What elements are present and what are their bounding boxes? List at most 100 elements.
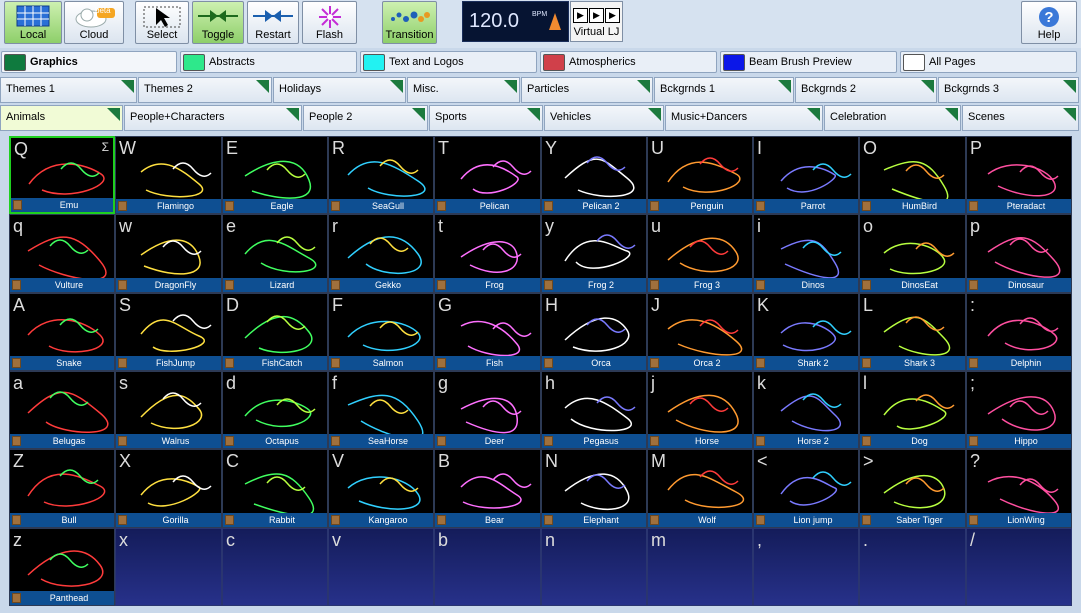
restart-button[interactable]: Restart <box>247 1 299 44</box>
cue-cell-snake[interactable]: A Snake <box>9 293 115 371</box>
tab-sports[interactable]: Sports <box>429 105 543 131</box>
cue-cell-orca-2[interactable]: J Orca 2 <box>647 293 753 371</box>
layer-text-and-logos[interactable]: Text and Logos <box>360 51 537 73</box>
tab-scenes[interactable]: Scenes <box>962 105 1079 131</box>
cue-cell-dinoseat[interactable]: o DinosEat <box>859 214 966 293</box>
cue-cell-walrus[interactable]: s Walrus <box>115 371 222 449</box>
cue-cell-octapus[interactable]: d Octapus <box>222 371 328 449</box>
cue-cell-gekko[interactable]: r Gekko <box>328 214 434 293</box>
cue-cell-vulture[interactable]: q Vulture <box>9 214 115 293</box>
tab-themes-1[interactable]: Themes 1 <box>0 77 137 103</box>
tab-people-characters[interactable]: People+Characters <box>124 105 302 131</box>
tab-bckgrnds-3[interactable]: Bckgrnds 3 <box>938 77 1079 103</box>
cue-cell-frog-3[interactable]: u Frog 3 <box>647 214 753 293</box>
cell-name: Orca <box>591 358 611 368</box>
cue-cell-lizard[interactable]: e Lizard <box>222 214 328 293</box>
layer-all-pages[interactable]: All Pages <box>900 51 1077 73</box>
cue-cell-humbird[interactable]: O HumBird <box>859 136 966 214</box>
layer-atmospherics[interactable]: Atmospherics <box>540 51 717 73</box>
cue-cell-pegasus[interactable]: h Pegasus <box>541 371 647 449</box>
tab-themes-2[interactable]: Themes 2 <box>138 77 272 103</box>
cue-cell-dinosaur[interactable]: p Dinosaur <box>966 214 1072 293</box>
tab-label: Misc. <box>413 83 439 95</box>
toggle-button[interactable]: Toggle <box>192 1 244 44</box>
tab-people-2[interactable]: People 2 <box>303 105 428 131</box>
cue-cell-saber-tiger[interactable]: > Saber Tiger <box>859 449 966 528</box>
cue-cell-horse-2[interactable]: k Horse 2 <box>753 371 859 449</box>
tab-animals[interactable]: Animals <box>0 105 123 131</box>
flash-button[interactable]: Flash <box>302 1 357 44</box>
tab-misc-[interactable]: Misc. <box>407 77 520 103</box>
cue-cell-seagull[interactable]: R SeaGull <box>328 136 434 214</box>
tab-holidays[interactable]: Holidays <box>273 77 406 103</box>
cue-cell-dog[interactable]: l Dog <box>859 371 966 449</box>
cue-cell-flamingo[interactable]: W Flamingo <box>115 136 222 214</box>
tab-corner-icon <box>648 108 661 121</box>
laser-thumbnail-icon <box>564 473 630 511</box>
cue-cell-salmon[interactable]: F Salmon <box>328 293 434 371</box>
cue-cell-pteradact[interactable]: P Pteradact <box>966 136 1072 214</box>
layer-graphics[interactable]: Graphics <box>1 51 177 73</box>
cue-cell-elephant[interactable]: N Elephant <box>541 449 647 528</box>
cue-cell-empty[interactable]: . <box>859 528 966 606</box>
cue-cell-belugas[interactable]: a Belugas <box>9 371 115 449</box>
cue-cell-bear[interactable]: B Bear <box>434 449 541 528</box>
cue-cell-pelican-2[interactable]: Y Pelican 2 <box>541 136 647 214</box>
cue-cell-emu[interactable]: Q Emu Σ <box>9 136 115 214</box>
cue-cell-orca[interactable]: H Orca <box>541 293 647 371</box>
tab-particles[interactable]: Particles <box>521 77 653 103</box>
help-button[interactable]: ? Help <box>1021 1 1077 44</box>
cue-cell-empty[interactable]: b <box>434 528 541 606</box>
cue-cell-empty[interactable]: x <box>115 528 222 606</box>
local-button[interactable]: Local <box>4 1 62 44</box>
cue-cell-fish[interactable]: G Fish <box>434 293 541 371</box>
cue-cell-delphin[interactable]: : Delphin <box>966 293 1072 371</box>
virtual-lj-button[interactable]: ▶ ▶ ▶ Virtual LJ <box>570 1 623 42</box>
layer-beam-brush-preview[interactable]: Beam Brush Preview <box>720 51 897 73</box>
cue-cell-lion-jump[interactable]: < Lion jump <box>753 449 859 528</box>
cue-cell-wolf[interactable]: M Wolf <box>647 449 753 528</box>
cue-cell-empty[interactable]: c <box>222 528 328 606</box>
cue-cell-seahorse[interactable]: f SeaHorse <box>328 371 434 449</box>
cue-cell-hippo[interactable]: ; Hippo <box>966 371 1072 449</box>
cue-cell-shark-2[interactable]: K Shark 2 <box>753 293 859 371</box>
cue-cell-gorilla[interactable]: X Gorilla <box>115 449 222 528</box>
select-button[interactable]: Select <box>135 1 189 44</box>
cue-cell-dragonfly[interactable]: w DragonFly <box>115 214 222 293</box>
cue-cell-deer[interactable]: g Deer <box>434 371 541 449</box>
cloud-button[interactable]: beta Cloud <box>64 1 124 44</box>
cell-name-bar: Emu <box>11 198 113 212</box>
cell-name: Dinos <box>801 280 825 290</box>
cue-cell-horse[interactable]: j Horse <box>647 371 753 449</box>
cue-cell-frog-2[interactable]: y Frog 2 <box>541 214 647 293</box>
tab-bckgrnds-2[interactable]: Bckgrnds 2 <box>795 77 937 103</box>
cue-cell-empty[interactable]: v <box>328 528 434 606</box>
cue-cell-rabbit[interactable]: C Rabbit <box>222 449 328 528</box>
tab-music-dancers[interactable]: Music+Dancers <box>665 105 823 131</box>
cell-name: LionWing <box>1007 515 1045 525</box>
cue-cell-lionwing[interactable]: ? LionWing <box>966 449 1072 528</box>
tab-bckgrnds-1[interactable]: Bckgrnds 1 <box>654 77 794 103</box>
transition-button[interactable]: Transition <box>382 1 437 44</box>
cue-cell-empty[interactable]: m <box>647 528 753 606</box>
bpm-display[interactable]: 120.0 BPM <box>462 1 569 42</box>
cue-cell-bull[interactable]: Z Bull <box>9 449 115 528</box>
cue-cell-fishjump[interactable]: S FishJump <box>115 293 222 371</box>
cue-cell-parrot[interactable]: I Parrot <box>753 136 859 214</box>
tab-vehicles[interactable]: Vehicles <box>544 105 664 131</box>
cue-cell-pelican[interactable]: T Pelican <box>434 136 541 214</box>
cue-cell-empty[interactable]: , <box>753 528 859 606</box>
cue-cell-panthead[interactable]: z Panthead <box>9 528 115 606</box>
cue-cell-frog[interactable]: t Frog <box>434 214 541 293</box>
layer-abstracts[interactable]: Abstracts <box>180 51 357 73</box>
cue-cell-empty[interactable]: / <box>966 528 1072 606</box>
cell-name: Shark 3 <box>903 358 936 368</box>
tab-celebration[interactable]: Celebration <box>824 105 961 131</box>
cue-cell-dinos[interactable]: i Dinos <box>753 214 859 293</box>
cue-cell-kangaroo[interactable]: V Kangaroo <box>328 449 434 528</box>
cue-cell-empty[interactable]: n <box>541 528 647 606</box>
cue-cell-penguin[interactable]: U Penguin <box>647 136 753 214</box>
cue-cell-eagle[interactable]: E Eagle <box>222 136 328 214</box>
cue-cell-fishcatch[interactable]: D FishCatch <box>222 293 328 371</box>
cue-cell-shark-3[interactable]: L Shark 3 <box>859 293 966 371</box>
